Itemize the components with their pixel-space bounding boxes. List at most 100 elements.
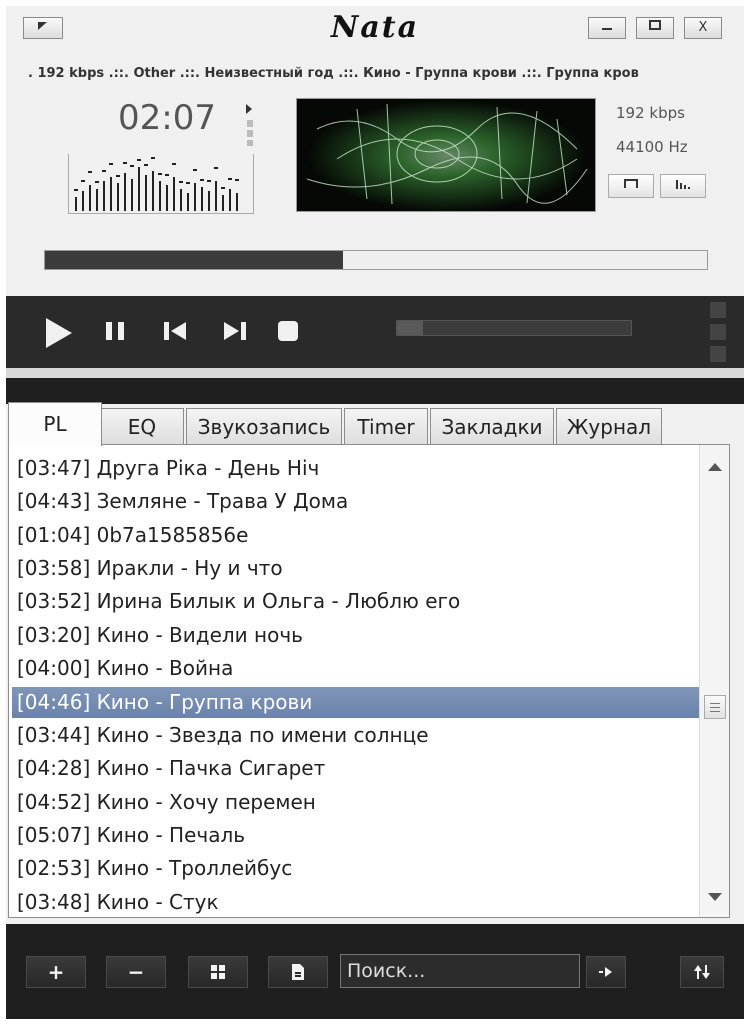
spectrum-bar [236, 193, 238, 211]
playlist-item-selected[interactable]: [04:46] Кино - Группа крови [12, 687, 702, 718]
tab-eq[interactable]: EQ [100, 408, 184, 444]
stop-icon [278, 321, 298, 341]
playlist-item[interactable]: [02:53] Кино - Троллейбус [17, 853, 292, 884]
volume-arrow-icon [246, 104, 252, 114]
minimize-icon [602, 28, 612, 30]
select-button[interactable] [188, 956, 248, 988]
pause-icon [106, 322, 124, 340]
spectrum-bar [194, 183, 196, 211]
spectrum-peak [186, 182, 190, 184]
spectrum-peak [207, 180, 211, 182]
spectrum-peak [235, 179, 239, 181]
playlist-item[interactable]: [05:07] Кино - Печаль [17, 820, 245, 851]
tab-strip-background [6, 378, 744, 404]
visualization-panel[interactable] [296, 98, 596, 212]
spectrum-bar [180, 189, 182, 211]
sort-icon [694, 965, 710, 979]
playlist-item[interactable]: [04:43] Земляне - Трава У Дома [17, 486, 348, 517]
spectrum-mode-button[interactable] [660, 174, 706, 198]
playback-progress-bar[interactable] [44, 250, 708, 270]
seek-slider[interactable] [396, 320, 632, 336]
progress-fill [45, 251, 343, 269]
spectrum-bar [75, 197, 77, 211]
spectrum-bar [229, 189, 231, 211]
volume-level [247, 120, 253, 146]
spectrum-bar [173, 177, 175, 211]
previous-icon [164, 322, 186, 340]
tab-journal[interactable]: Журнал [556, 408, 662, 444]
playlist-item[interactable]: [03:58] Иракли - Ну и что [17, 553, 283, 584]
spectrum-bar [82, 191, 84, 211]
spectrum-peak [228, 178, 232, 180]
spectrum-bar [117, 183, 119, 211]
spectrum-bar [159, 181, 161, 211]
spectrum-peak [214, 167, 218, 169]
divider [6, 368, 744, 378]
playlist-item[interactable]: [04:52] Кино - Хочу перемен [17, 787, 316, 818]
minimize-button[interactable] [588, 17, 626, 39]
tab-pl[interactable]: PL [8, 402, 102, 446]
minus-icon: − [127, 960, 145, 984]
scrollbar-thumb[interactable] [704, 695, 726, 719]
next-button[interactable] [222, 316, 248, 346]
play-button[interactable] [42, 316, 74, 348]
next-icon [224, 322, 246, 340]
spectrum-peak [137, 159, 141, 161]
repeat-icon [624, 179, 638, 188]
sort-button[interactable] [680, 956, 724, 988]
spectrum-peak [88, 171, 92, 173]
spectrum-bar [166, 185, 168, 211]
spectrum-peak [200, 179, 204, 181]
spectrum-bar [208, 191, 210, 211]
maximize-button[interactable] [636, 17, 674, 39]
search-go-button[interactable] [586, 956, 626, 988]
samplerate-label: 44100 Hz [616, 138, 688, 156]
resize-grip[interactable] [710, 302, 726, 362]
transport-controls [6, 296, 744, 368]
repeat-button[interactable] [608, 174, 654, 198]
playlist-item[interactable]: [01:04] 0b7a1585856e [17, 520, 248, 551]
scroll-up-icon[interactable] [708, 463, 722, 471]
spectrum-analyzer [68, 154, 254, 214]
playlist-file-button[interactable] [268, 956, 328, 988]
spectrum-peak [144, 164, 148, 166]
tab-sound-recording[interactable]: Звукозапись [186, 408, 342, 444]
playlist-scrollbar[interactable] [699, 445, 729, 917]
spectrum-peak [221, 187, 225, 189]
spectrum-bar [145, 175, 147, 211]
spectrum-bar [215, 181, 217, 211]
search-input[interactable] [340, 954, 580, 988]
elapsed-time[interactable]: 02:07 [118, 98, 216, 138]
spectrum-peak [165, 174, 169, 176]
pause-button[interactable] [104, 316, 128, 346]
tab-bookmarks[interactable]: Закладки [430, 408, 554, 444]
spectrum-peak [151, 157, 155, 159]
maximize-icon [649, 20, 661, 30]
time-display: 02:07 [68, 98, 254, 216]
seek-fill [397, 321, 423, 335]
playlist-item[interactable]: [03:44] Кино - Звезда по имени солнце [17, 720, 429, 751]
arrow-right-icon [599, 967, 612, 977]
playlist-item[interactable]: [04:00] Кино - Война [17, 653, 233, 684]
add-track-button[interactable]: + [26, 956, 86, 988]
playlist-item[interactable]: [03:52] Ирина Билык и Ольга - Люблю его [17, 586, 460, 617]
volume-indicator[interactable] [246, 104, 254, 146]
spectrum-bar [187, 193, 189, 211]
spectrum-bar [138, 167, 140, 211]
playlist-item[interactable]: [03:47] Друга Ріка - День Ніч [17, 453, 319, 484]
playlist-item[interactable]: [03:48] Кино - Стук [17, 887, 219, 917]
stop-button[interactable] [276, 316, 300, 346]
spectrum-peak [158, 173, 162, 175]
scroll-down-icon[interactable] [708, 893, 722, 901]
remove-track-button[interactable]: − [106, 956, 166, 988]
tab-timer[interactable]: Timer [344, 408, 428, 444]
playlist-item[interactable]: [04:28] Кино - Пачка Сигарет [17, 753, 325, 784]
playlist-item[interactable]: [03:20] Кино - Видели ночь [17, 620, 303, 651]
spectrum-bar [152, 171, 154, 211]
close-button[interactable]: X [684, 17, 722, 39]
close-icon: X [698, 20, 708, 35]
previous-button[interactable] [162, 316, 188, 346]
bars-icon [676, 180, 690, 189]
spectrum-peak [102, 170, 106, 172]
spectrum-peak [95, 181, 99, 183]
